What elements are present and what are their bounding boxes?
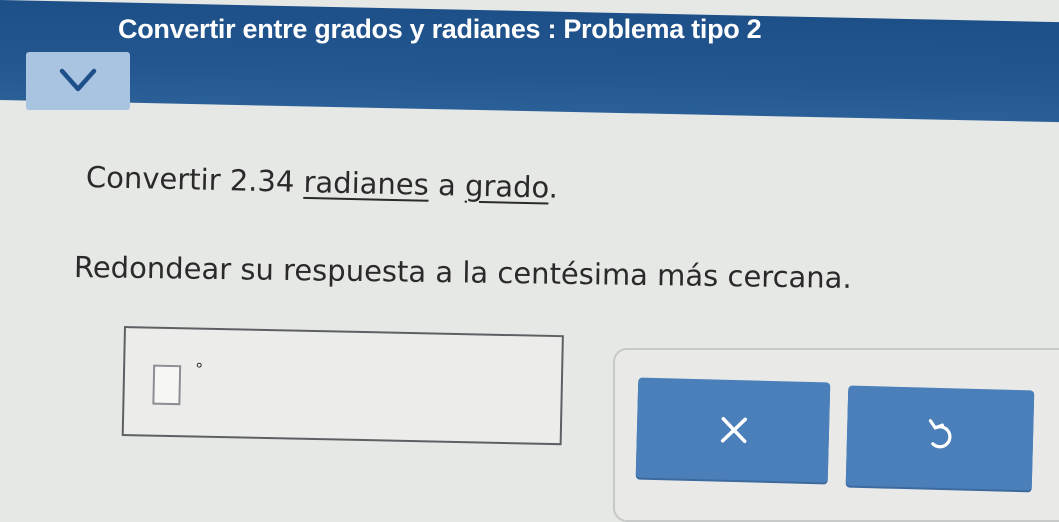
close-icon bbox=[720, 416, 748, 444]
term-radianes-link[interactable]: radianes bbox=[303, 165, 429, 202]
instruction-text: Redondear su respuesta a la centésima má… bbox=[73, 250, 852, 295]
term-grado-link[interactable]: grado bbox=[465, 169, 549, 205]
undo-button[interactable] bbox=[845, 385, 1035, 491]
question-middle: a bbox=[428, 167, 466, 203]
answer-input[interactable] bbox=[152, 364, 182, 406]
undo-icon bbox=[928, 419, 952, 449]
keypad bbox=[613, 348, 1059, 522]
question-text: Convertir 2.34 radianes a grado. bbox=[86, 160, 559, 205]
question-prefix: Convertir 2.34 bbox=[85, 160, 304, 199]
degree-symbol: ° bbox=[194, 359, 204, 379]
problem-area: Convertir 2.34 radianes a grado. Redonde… bbox=[0, 0, 1059, 522]
answer-box: ° bbox=[121, 326, 564, 446]
question-suffix: . bbox=[548, 170, 559, 205]
clear-button[interactable] bbox=[635, 377, 831, 483]
